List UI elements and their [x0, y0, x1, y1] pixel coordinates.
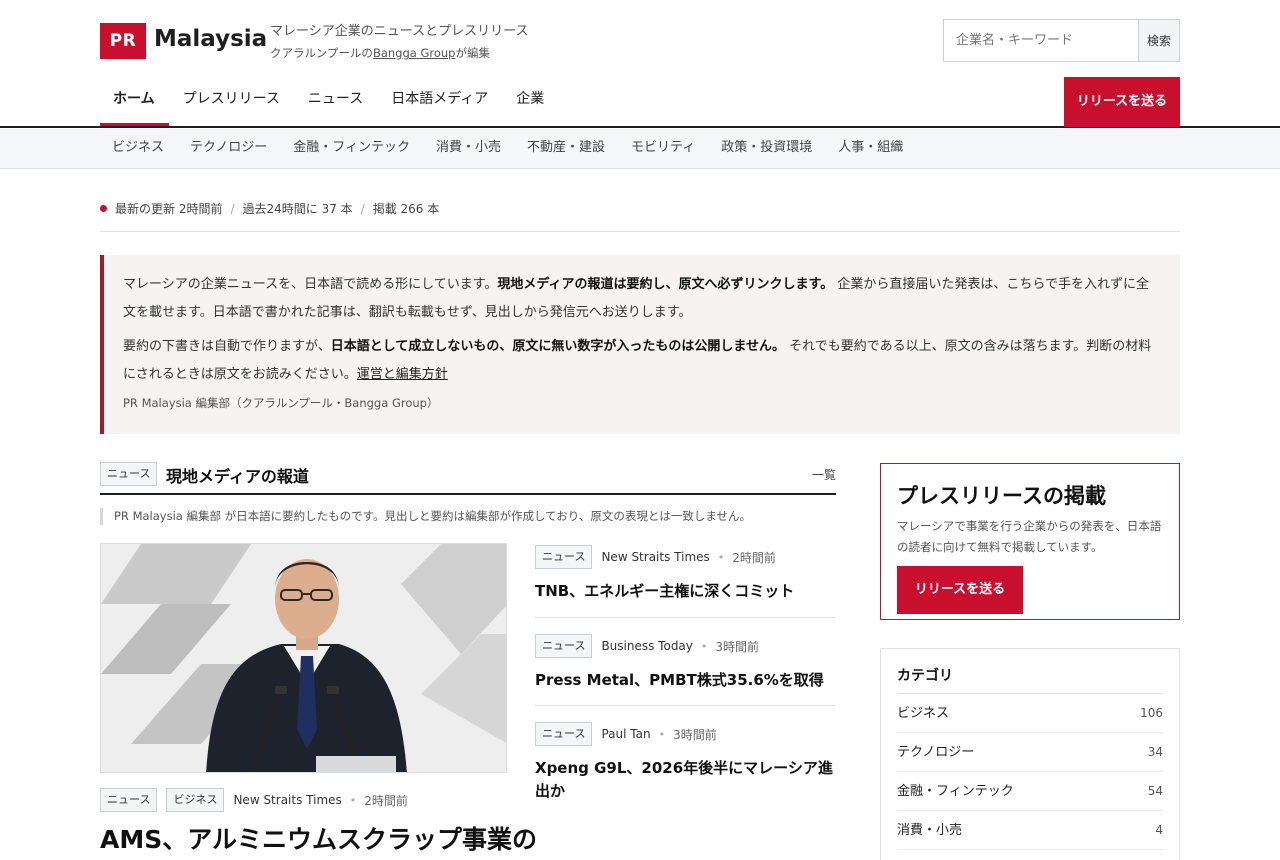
news-item: ニュース Business Today • 3時間前 Press Metal、P… [535, 633, 836, 692]
featured-tag-business[interactable]: ビジネス [166, 788, 225, 812]
news-headline[interactable]: Xpeng G9L、2026年後半にマレーシア進出か [535, 757, 836, 803]
site-tagline: マレーシア企業のニュースとプレスリリース [270, 24, 529, 39]
news-source: Business Today [601, 639, 693, 653]
featured-time: 2時間前 [364, 793, 408, 808]
section-tag: ニュース [100, 462, 158, 486]
editor-link[interactable]: Bangga Group [373, 46, 456, 60]
editor-prefix: クアラルンプールの [270, 46, 373, 60]
editor-line: クアラルンプールのBangga Groupが編集 [270, 45, 490, 61]
featured-headline[interactable]: AMS、アルミニウムスクラップ事業の [100, 822, 537, 858]
category-row[interactable]: 金融・フィンテック 54 [897, 772, 1163, 811]
news-headline[interactable]: Press Metal、PMBT株式35.6%を取得 [535, 669, 836, 692]
news-tag[interactable]: ニュース [535, 634, 593, 658]
news-headline[interactable]: TNB、エネルギー主権に深くコミット [535, 580, 836, 603]
subnav-policy-investment[interactable]: 政策・投資環境 [721, 129, 812, 169]
logo-badge[interactable]: PR [100, 23, 146, 59]
cta-title: プレスリリースの掲載 [897, 484, 1106, 508]
divider [535, 705, 836, 706]
featured-tag-news[interactable]: ニュース [100, 788, 158, 812]
news-tag[interactable]: ニュース [535, 545, 593, 569]
category-name: ビジネス [897, 706, 950, 721]
speaker-photo [101, 544, 506, 772]
nav-press-releases[interactable]: プレスリリース [169, 78, 294, 126]
category-count: 106 [1140, 706, 1163, 720]
cta-description: マレーシアで事業を行う企業からの発表を、日本語の読者に向けて無料で掲載しています… [897, 519, 1162, 554]
notice-emphasis: 日本語として成立しないもの、原文に無い数字が入ったものは公開しません。 [330, 339, 785, 354]
search-bar: 検索 [943, 19, 1180, 62]
news-tag[interactable]: ニュース [535, 722, 593, 746]
category-row[interactable]: 消費・小売 4 [897, 811, 1163, 850]
notice-text: マレーシアの企業ニュースを、日本語で読める形にしています。 [123, 277, 498, 292]
category-row[interactable]: ビジネス 106 [897, 694, 1163, 733]
category-name: テクノロジー [897, 745, 975, 760]
send-release-button[interactable]: リリースを送る [897, 566, 1023, 614]
stat-last24: 過去24時間に 37 本 [242, 202, 353, 216]
nav-news[interactable]: ニュース [294, 78, 377, 126]
category-row[interactable]: テクノロジー 34 [897, 733, 1163, 772]
news-time: 3時間前 [673, 727, 717, 742]
site-header: PR Malaysia マレーシア企業のニュースとプレスリリース クアラルンプー… [0, 0, 1280, 128]
divider [100, 231, 1180, 232]
section-title: 現地メディアの報道 [166, 467, 309, 486]
notice-text: 要約の下書きは自動で作りますが、 [123, 339, 331, 354]
see-all-link[interactable]: 一覧 [812, 466, 836, 483]
news-item: ニュース Paul Tan • 3時間前 Xpeng G9L、2026年後半にマ… [535, 721, 836, 803]
nav-home[interactable]: ホーム [100, 78, 169, 126]
featured-meta: ニュース ビジネス New Straits Times • 2時間前 [100, 788, 408, 812]
stat-latest: 最新の更新 2時間前 [115, 202, 223, 216]
section-header: ニュース 現地メディアの報道 一覧 [100, 462, 836, 495]
category-count: 34 [1147, 745, 1163, 759]
main-nav: ホーム プレスリリース ニュース 日本語メディア 企業 [100, 78, 558, 126]
subnav-consumer-retail[interactable]: 消費・小売 [436, 129, 501, 169]
nav-companies[interactable]: 企業 [502, 78, 558, 126]
category-name: 消費・小売 [897, 823, 963, 838]
stat-separator: / [230, 201, 235, 216]
subnav-finance-fintech[interactable]: 金融・フィンテック [293, 129, 410, 169]
meta-dot: • [658, 727, 666, 741]
featured-source: New Straits Times [233, 793, 342, 807]
search-button[interactable]: 検索 [1138, 20, 1179, 61]
news-item: ニュース New Straits Times • 2時間前 TNB、エネルギー主… [535, 544, 836, 603]
editorial-notice: マレーシアの企業ニュースを、日本語で読める形にしています。現地メディアの報道は要… [100, 255, 1180, 434]
subnav-real-estate[interactable]: 不動産・建設 [527, 129, 605, 169]
category-subnav: ビジネス テクノロジー 金融・フィンテック 消費・小売 不動産・建設 モビリティ… [0, 129, 1280, 169]
notice-paragraph-1: マレーシアの企業ニュースを、日本語で読める形にしています。現地メディアの報道は要… [123, 271, 1158, 327]
editorial-policy-link[interactable]: 運営と編集方針 [357, 367, 448, 382]
update-stats: 最新の更新 2時間前 / 過去24時間に 37 本 / 掲載 266 本 [100, 200, 439, 217]
logo-text[interactable]: Malaysia [154, 26, 267, 52]
press-release-cta-card: プレスリリースの掲載 マレーシアで事業を行う企業からの発表を、日本語の読者に向け… [880, 463, 1180, 620]
notice-paragraph-2: 要約の下書きは自動で作りますが、日本語として成立しないもの、原文に無い数字が入っ… [123, 333, 1158, 389]
nav-japanese-media[interactable]: 日本語メディア [377, 78, 502, 126]
category-count: 54 [1147, 784, 1163, 798]
meta-dot: • [700, 639, 708, 653]
live-dot-icon [100, 205, 107, 212]
editor-suffix: が編集 [455, 46, 490, 60]
subnav-hr-organization[interactable]: 人事・組織 [838, 129, 903, 169]
meta-dot: • [717, 550, 725, 564]
subnav-business[interactable]: ビジネス [112, 129, 164, 169]
notice-emphasis: 現地メディアの報道は要約し、原文へ必ずリンクします。 [497, 277, 834, 292]
stat-separator: / [360, 201, 365, 216]
featured-image[interactable] [100, 543, 507, 773]
submit-release-button[interactable]: リリースを送る [1064, 77, 1180, 127]
category-title: カテゴリ [897, 665, 1163, 694]
news-time: 3時間前 [715, 639, 760, 654]
stat-total: 掲載 266 本 [372, 202, 440, 216]
category-card: カテゴリ ビジネス 106 テクノロジー 34 金融・フィンテック 54 消費・… [880, 648, 1180, 860]
notice-signature: PR Malaysia 編集部（クアラルンプール・Bangga Group） [123, 396, 439, 410]
section-note: PR Malaysia 編集部 が日本語に要約したものです。見出しと要約は編集部… [100, 508, 751, 525]
subnav-mobility[interactable]: モビリティ [631, 129, 695, 169]
news-time: 2時間前 [732, 550, 776, 565]
search-input[interactable] [944, 20, 1138, 61]
meta-dot: • [349, 793, 357, 807]
subnav-technology[interactable]: テクノロジー [190, 129, 267, 169]
news-source: New Straits Times [601, 550, 710, 564]
divider [535, 617, 836, 618]
category-count: 4 [1155, 823, 1163, 837]
category-name: 金融・フィンテック [897, 784, 1014, 799]
news-source: Paul Tan [601, 727, 651, 741]
